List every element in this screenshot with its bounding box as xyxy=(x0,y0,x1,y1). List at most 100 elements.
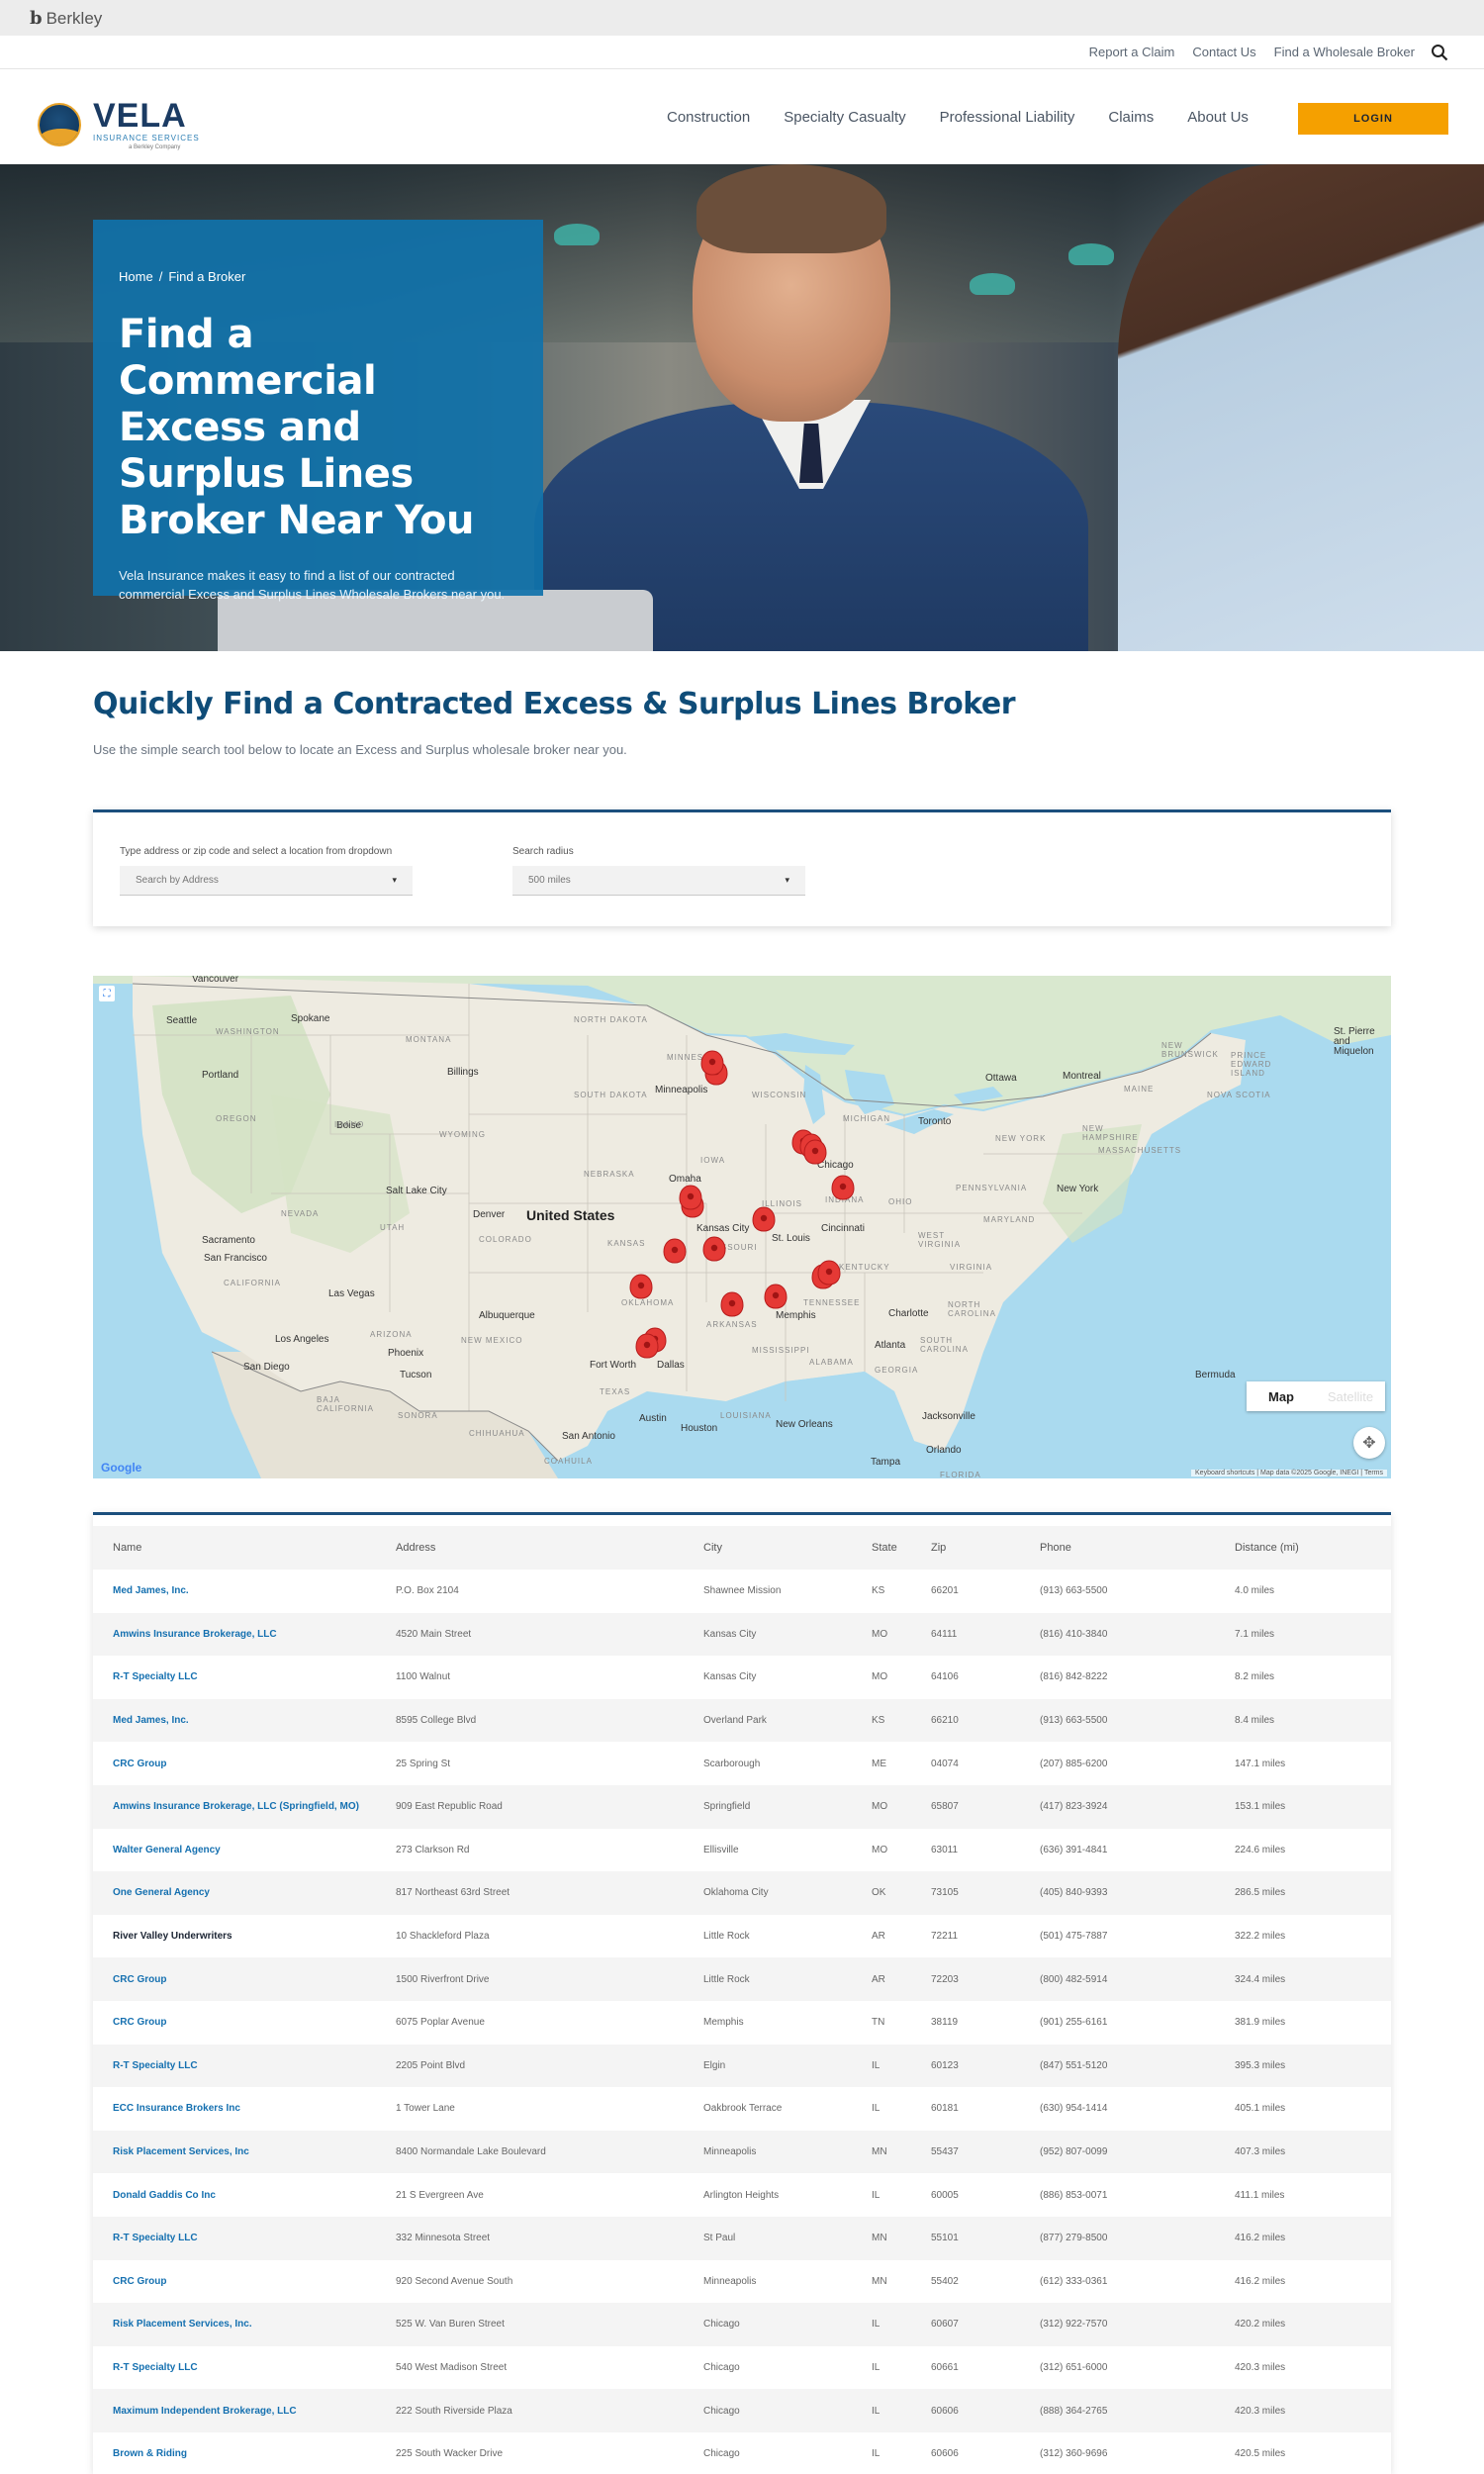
broker-name[interactable]: CRC Group xyxy=(93,1957,376,2001)
table-row[interactable]: Risk Placement Services, Inc 8400 Normand… xyxy=(93,2130,1391,2174)
column-header-distance[interactable]: Distance (mi) xyxy=(1215,1526,1391,1570)
broker-state: ME xyxy=(872,1758,886,1769)
table-row[interactable]: Walter General Agency 273 Clarkson Rd Elli… xyxy=(93,1829,1391,1872)
nav-construction[interactable]: Construction xyxy=(667,109,750,126)
table-row[interactable]: R-T Specialty LLC 1100 Walnut Kansas City M… xyxy=(93,1656,1391,1699)
fullscreen-icon[interactable]: ⛶ xyxy=(99,986,115,1001)
broker-map[interactable]: Vancouver Seattle Portland Spokane Boise… xyxy=(93,976,1391,1478)
radius-select[interactable]: 500 miles ▾ xyxy=(512,866,805,896)
broker-name[interactable]: One General Agency xyxy=(93,1871,376,1915)
column-header-phone[interactable]: Phone xyxy=(1020,1526,1215,1570)
map-camera-control-icon[interactable]: ✥ xyxy=(1353,1427,1385,1459)
broker-pin-icon[interactable] xyxy=(803,1139,827,1165)
nav-claims[interactable]: Claims xyxy=(1108,109,1154,126)
broker-pin-icon[interactable] xyxy=(700,1050,724,1076)
nav-about-us[interactable]: About Us xyxy=(1187,109,1249,126)
table-row[interactable]: R-T Specialty LLC 540 West Madison Street… xyxy=(93,2346,1391,2390)
table-row[interactable]: ECC Insurance Brokers Inc 1 Tower Lane Oak… xyxy=(93,2087,1391,2131)
broker-name[interactable]: Med James, Inc. xyxy=(93,1698,376,1743)
broker-pin-icon[interactable] xyxy=(817,1260,841,1285)
table-row[interactable]: R-T Specialty LLC 332 Minnesota Street St … xyxy=(93,2216,1391,2260)
table-row[interactable]: Risk Placement Services, Inc. 525 W. Van … xyxy=(93,2303,1391,2346)
table-row[interactable]: R-T Specialty LLC 2205 Point Blvd Elgin IL 6… xyxy=(93,2044,1391,2088)
broker-pin-icon[interactable] xyxy=(702,1236,726,1262)
broker-pin-icon[interactable] xyxy=(720,1291,744,1317)
broker-name[interactable]: CRC Group xyxy=(93,2260,376,2304)
column-header-zip[interactable]: Zip xyxy=(911,1526,1020,1570)
satellite-view-button[interactable]: Satellite xyxy=(1316,1381,1385,1411)
address-label: Type address or zip code and select a lo… xyxy=(120,846,393,857)
broker-name[interactable]: Maximum Independent Brokerage, LLC xyxy=(93,2389,376,2432)
broker-pin-icon[interactable] xyxy=(629,1274,653,1299)
column-header-state[interactable]: State xyxy=(852,1526,911,1570)
broker-name[interactable]: R-T Specialty LLC xyxy=(93,2044,376,2088)
table-row[interactable]: Amwins Insurance Brokerage, LLC 4520 Main… xyxy=(93,1612,1391,1657)
broker-city: Little Rock xyxy=(703,1931,750,1943)
column-header-address[interactable]: Address xyxy=(376,1526,684,1570)
find-wholesale-broker-link[interactable]: Find a Wholesale Broker xyxy=(1274,45,1415,59)
broker-name[interactable]: R-T Specialty LLC xyxy=(93,2346,376,2390)
broker-name[interactable]: CRC Group xyxy=(93,1742,376,1785)
broker-pin-icon[interactable] xyxy=(679,1185,702,1210)
column-header-name[interactable]: Name xyxy=(93,1526,376,1570)
broker-pin-icon[interactable] xyxy=(831,1175,855,1200)
broker-name[interactable]: Walter General Agency xyxy=(93,1829,376,1872)
table-row[interactable]: Maximum Independent Brokerage, LLC 222 So… xyxy=(93,2389,1391,2432)
table-row[interactable]: Med James, Inc. 8595 College Blvd Overland… xyxy=(93,1698,1391,1743)
radius-label: Search radius xyxy=(512,846,574,857)
search-icon[interactable] xyxy=(1431,44,1448,61)
broker-zip: 64111 xyxy=(911,1612,1020,1657)
table-row[interactable]: CRC Group 1500 Riverfront Drive Little Roc… xyxy=(93,1957,1391,2001)
broker-pin-icon[interactable] xyxy=(635,1333,659,1359)
table-row[interactable]: CRC Group 920 Second Avenue South Minneapo… xyxy=(93,2260,1391,2304)
contact-us-link[interactable]: Contact Us xyxy=(1192,45,1255,59)
broker-pin-icon[interactable] xyxy=(764,1284,788,1309)
broker-state: MO xyxy=(852,1612,911,1657)
broker-state: MN xyxy=(852,2216,911,2260)
table-row[interactable]: CRC Group 6075 Poplar Avenue Memphis TN 3811… xyxy=(93,2001,1391,2045)
broker-name[interactable]: CRC Group xyxy=(93,2001,376,2045)
broker-name[interactable]: Amwins Insurance Brokerage, LLC xyxy=(93,1612,376,1657)
broker-name[interactable]: River Valley Underwriters xyxy=(93,1915,376,1958)
broker-address: 909 East Republic Road xyxy=(376,1784,684,1829)
broker-name[interactable]: Brown & Riding xyxy=(93,2432,376,2474)
nav-specialty-casualty[interactable]: Specialty Casualty xyxy=(784,109,905,126)
breadcrumb-home[interactable]: Home xyxy=(119,269,153,284)
broker-pin-icon[interactable] xyxy=(663,1238,687,1264)
broker-name[interactable]: R-T Specialty LLC xyxy=(93,1656,376,1699)
berkley-logo[interactable]: b Berkley xyxy=(30,8,102,29)
table-row[interactable]: Amwins Insurance Brokerage, LLC (Springf… xyxy=(93,1784,1391,1829)
broker-distance: 4.0 miles xyxy=(1235,1585,1275,1597)
broker-pin-icon[interactable] xyxy=(752,1206,776,1232)
map-attribution[interactable]: Keyboard shortcuts | Map data ©2025 Goog… xyxy=(1191,1470,1387,1476)
table-row[interactable]: Donald Gaddis Co Inc 21 S Evergreen Ave Ar… xyxy=(93,2173,1391,2217)
broker-distance: 420.2 miles xyxy=(1215,2303,1391,2346)
broker-name[interactable]: Amwins Insurance Brokerage, LLC (Springf… xyxy=(93,1784,376,1829)
table-header-row: Name Address City State Zip Phone Distan… xyxy=(93,1526,1391,1570)
table-row[interactable]: Med James, Inc. P.O. Box 2104 Shawnee Miss… xyxy=(93,1570,1391,1613)
table-row[interactable]: One General Agency 817 Northeast 63rd Str… xyxy=(93,1871,1391,1915)
broker-name[interactable]: Risk Placement Services, Inc xyxy=(93,2130,376,2174)
vela-logo[interactable]: VELA INSURANCE SERVICES a Berkley Compan… xyxy=(38,99,200,150)
table-row[interactable]: River Valley Underwriters 10 Shackleford … xyxy=(93,1915,1391,1958)
broker-distance: 420.5 miles xyxy=(1235,2448,1286,2460)
map-view-button[interactable]: Map xyxy=(1247,1381,1316,1411)
lamp-shape xyxy=(970,273,1015,295)
broker-distance: 395.3 miles xyxy=(1215,2044,1391,2088)
table-row[interactable]: CRC Group 25 Spring St Scarborough ME 04074 (… xyxy=(93,1742,1391,1785)
broker-name[interactable]: Risk Placement Services, Inc. xyxy=(93,2303,376,2346)
login-button[interactable]: LOGIN xyxy=(1298,103,1448,135)
lamp-shape xyxy=(554,224,600,245)
broker-distance: 224.6 miles xyxy=(1235,1844,1286,1856)
nav-professional-liability[interactable]: Professional Liability xyxy=(940,109,1075,126)
report-claim-link[interactable]: Report a Claim xyxy=(1089,45,1175,59)
broker-name[interactable]: Donald Gaddis Co Inc xyxy=(93,2173,376,2217)
broker-address: 1100 Walnut xyxy=(396,1671,451,1683)
table-row[interactable]: Brown & Riding 225 South Wacker Drive Chic… xyxy=(93,2432,1391,2474)
broker-name[interactable]: R-T Specialty LLC xyxy=(93,2216,376,2260)
broker-distance: 8.2 miles xyxy=(1235,1671,1275,1683)
broker-name[interactable]: Med James, Inc. xyxy=(93,1570,376,1613)
column-header-city[interactable]: City xyxy=(684,1526,852,1570)
broker-name[interactable]: ECC Insurance Brokers Inc xyxy=(93,2087,376,2131)
address-search-input[interactable]: Search by Address ▾ xyxy=(120,866,413,896)
